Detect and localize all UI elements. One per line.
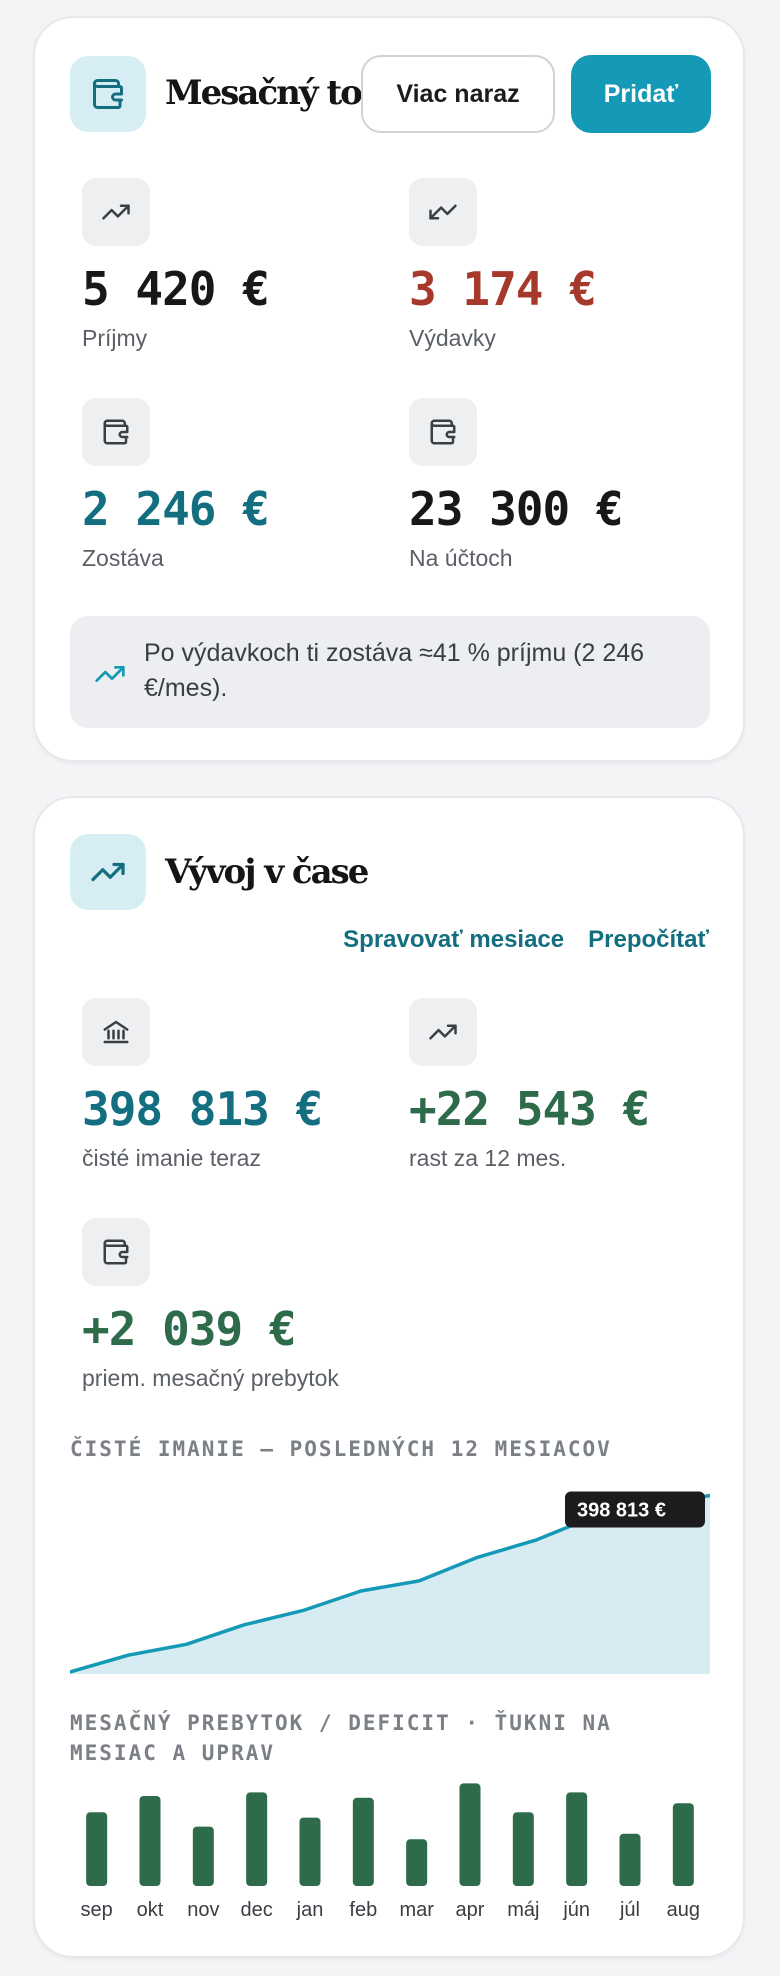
trending-up-icon bbox=[82, 178, 150, 246]
surplus-bar-jún[interactable] bbox=[566, 1792, 588, 1886]
month-label: jún bbox=[562, 1899, 590, 1921]
stat-net-worth: 398 813 € čisté imanie teraz bbox=[82, 998, 382, 1172]
trending-down-icon bbox=[409, 178, 477, 246]
month-label: jan bbox=[296, 1899, 324, 1921]
stat-income: 5 420 € Príjmy bbox=[82, 178, 382, 352]
surplus-bar-máj[interactable] bbox=[512, 1812, 534, 1886]
surplus-bar-jan[interactable] bbox=[299, 1817, 321, 1886]
surplus-chart: sep okt nov dec jan feb mar apr máj jún júl aug bbox=[81, 1783, 700, 1921]
income-value: 5 420 € bbox=[82, 262, 270, 316]
surplus-bar-nov[interactable] bbox=[192, 1826, 214, 1886]
add-button[interactable]: Pridať bbox=[571, 55, 711, 133]
bulk-add-button[interactable]: Viac naraz bbox=[361, 55, 555, 133]
monthly-flow-card: Mesačný tok Viac naraz Pridať 5 420 € Pr… bbox=[33, 16, 745, 762]
month-label: okt bbox=[137, 1899, 164, 1921]
month-label: nov bbox=[187, 1899, 219, 1921]
growth-label: rast za 12 mes. bbox=[409, 1144, 567, 1171]
net-worth-tooltip: 398 813 € bbox=[565, 1491, 705, 1528]
trending-up-icon bbox=[409, 998, 477, 1066]
trending-up-icon bbox=[94, 658, 126, 695]
accounts-value: 23 300 € bbox=[409, 482, 624, 536]
surplus-bar-feb[interactable] bbox=[352, 1797, 374, 1886]
month-label: dec bbox=[241, 1899, 273, 1921]
remaining-label: Zostáva bbox=[82, 544, 164, 571]
remaining-value: 2 246 € bbox=[82, 482, 270, 536]
net-worth-value: 398 813 € bbox=[82, 1082, 323, 1136]
surplus-chart-title: MESAČNÝ PREBYTOK / DEFICIT · ŤUKNI NA ME… bbox=[70, 1711, 612, 1765]
section-title: Vývoj v čase bbox=[165, 852, 369, 892]
expenses-value: 3 174 € bbox=[409, 262, 597, 316]
stat-remaining: 2 246 € Zostáva bbox=[82, 398, 382, 572]
month-label: máj bbox=[507, 1899, 539, 1921]
wallet-icon bbox=[70, 56, 146, 132]
net-worth-chart-title: ČISTÉ IMANIE — POSLEDNÝCH 12 MESIACOV bbox=[70, 1437, 612, 1461]
wallet-icon bbox=[82, 1218, 150, 1286]
month-label: aug bbox=[667, 1899, 700, 1921]
income-label: Príjmy bbox=[82, 324, 148, 351]
surplus-bar-sep[interactable] bbox=[86, 1812, 108, 1886]
trend-actions: Spravovať mesiace Prepočítať bbox=[343, 926, 709, 954]
page-title: Mesačný tok bbox=[165, 73, 384, 113]
growth-value: +22 543 € bbox=[409, 1082, 650, 1136]
bank-icon bbox=[82, 998, 150, 1066]
surplus-bar-júl[interactable] bbox=[619, 1833, 641, 1886]
month-label: feb bbox=[349, 1899, 377, 1921]
recalculate-link[interactable]: Prepočítať bbox=[588, 926, 709, 954]
month-label: júl bbox=[619, 1899, 640, 1921]
manage-months-link[interactable]: Spravovať mesiace bbox=[343, 926, 564, 954]
surplus-bar-apr[interactable] bbox=[459, 1783, 481, 1886]
avg-surplus-value: +2 039 € bbox=[82, 1302, 297, 1356]
stat-expenses: 3 174 € Výdavky bbox=[409, 178, 709, 352]
month-label: sep bbox=[81, 1899, 113, 1921]
surplus-bar-okt[interactable] bbox=[139, 1796, 161, 1886]
wallet-icon bbox=[82, 398, 150, 466]
expenses-label: Výdavky bbox=[409, 324, 496, 351]
stat-accounts: 23 300 € Na účtoch bbox=[409, 398, 709, 572]
surplus-bar-dec[interactable] bbox=[246, 1792, 268, 1886]
trend-card: Vývoj v čase Spravovať mesiace Prepočíta… bbox=[33, 796, 745, 1958]
net-worth-label: čisté imanie teraz bbox=[82, 1144, 261, 1171]
wallet-icon bbox=[409, 398, 477, 466]
insight-text: Po výdavkoch ti zostáva ≈41 % príjmu (2 … bbox=[144, 639, 645, 702]
net-worth-chart: 398 813 € bbox=[70, 1491, 710, 1674]
month-label: mar bbox=[399, 1899, 434, 1921]
tooltip-text: 398 813 € bbox=[577, 1499, 666, 1521]
stat-avg-surplus: +2 039 € priem. mesačný prebytok bbox=[82, 1218, 382, 1392]
accounts-label: Na účtoch bbox=[409, 544, 513, 571]
avg-surplus-label: priem. mesačný prebytok bbox=[82, 1364, 339, 1391]
surplus-bar-aug[interactable] bbox=[672, 1803, 694, 1886]
surplus-bar-mar[interactable] bbox=[406, 1839, 428, 1886]
stat-growth: +22 543 € rast za 12 mes. bbox=[409, 998, 709, 1172]
trending-up-icon bbox=[70, 834, 146, 910]
month-label: apr bbox=[456, 1899, 485, 1921]
insight-banner: Po výdavkoch ti zostáva ≈41 % príjmu (2 … bbox=[70, 616, 710, 728]
